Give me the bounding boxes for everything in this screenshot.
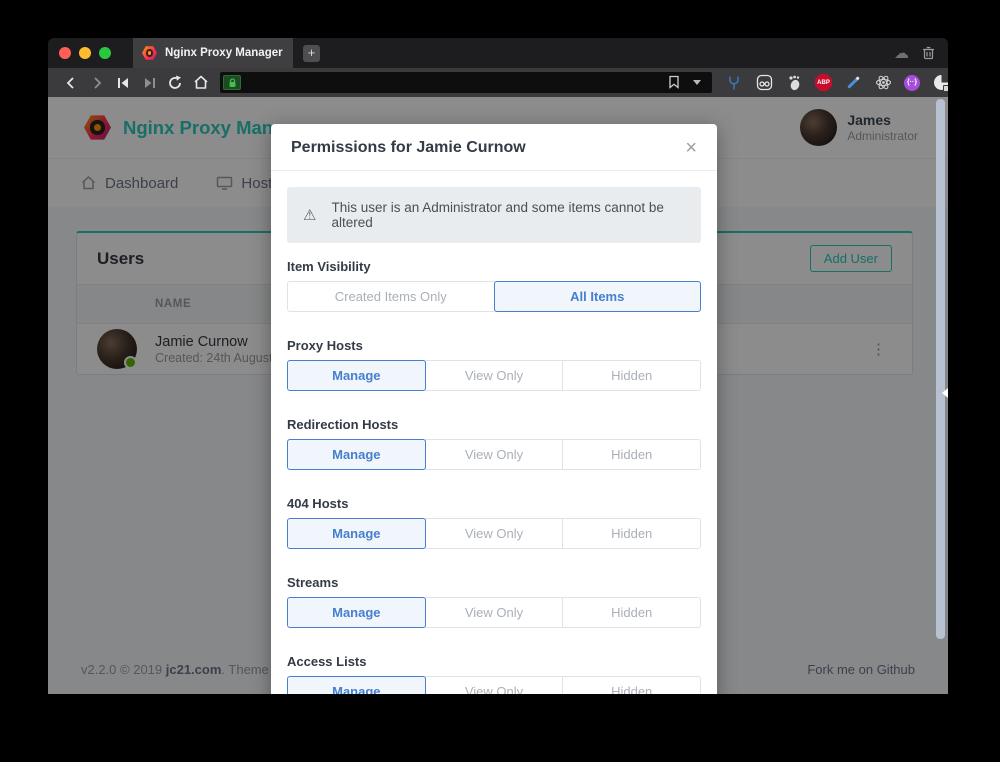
close-icon[interactable]: ×	[685, 141, 697, 155]
redirection-hosts-view-only-button[interactable]: View Only	[425, 439, 564, 470]
404-hosts-hidden-button[interactable]: Hidden	[562, 518, 701, 549]
extension-icons: ABP {··}	[725, 74, 948, 92]
url-bar[interactable]	[220, 72, 712, 93]
proxy-hosts-manage-button[interactable]: Manage	[287, 360, 426, 391]
zoom-window-button[interactable]	[99, 47, 111, 59]
trash-icon[interactable]	[922, 46, 935, 60]
group-label-redirection-hosts: Redirection Hosts	[287, 417, 701, 432]
back-button[interactable]	[58, 72, 84, 94]
streams-group: Manage View Only Hidden	[287, 597, 701, 628]
streams-hidden-button[interactable]: Hidden	[562, 597, 701, 628]
streams-view-only-button[interactable]: View Only	[425, 597, 564, 628]
modal-title: Permissions for Jamie Curnow	[291, 139, 526, 157]
fork-extension-icon[interactable]	[725, 74, 743, 92]
visibility-all-items-button[interactable]: All Items	[494, 281, 702, 312]
pen-extension-icon[interactable]	[844, 74, 862, 92]
warning-icon: ⚠	[303, 208, 316, 223]
404-hosts-manage-button[interactable]: Manage	[287, 518, 426, 549]
browser-tab[interactable]: Nginx Proxy Manager	[133, 38, 293, 68]
bookmark-icon[interactable]	[668, 75, 680, 89]
adblock-plus-extension-icon[interactable]: ABP	[815, 74, 832, 91]
group-label-proxy-hosts: Proxy Hosts	[287, 338, 701, 353]
browser-window: Nginx Proxy Manager + ☁	[48, 38, 948, 694]
forward-button[interactable]	[84, 72, 110, 94]
scrollbar-thumb[interactable]	[936, 99, 945, 639]
streams-manage-button[interactable]: Manage	[287, 597, 426, 628]
item-visibility-group: Created Items Only All Items	[287, 281, 701, 312]
admin-alert: ⚠ This user is an Administrator and some…	[287, 187, 701, 243]
home-button[interactable]	[188, 72, 214, 94]
group-label-streams: Streams	[287, 575, 701, 590]
proxy-hosts-group: Manage View Only Hidden	[287, 360, 701, 391]
404-hosts-group: Manage View Only Hidden	[287, 518, 701, 549]
close-window-button[interactable]	[59, 47, 71, 59]
access-lists-group: Manage View Only Hidden	[287, 676, 701, 694]
page-viewport: Nginx Proxy Manager James Administrator …	[48, 97, 948, 694]
tab-title: Nginx Proxy Manager	[165, 47, 283, 59]
session-back-button[interactable]	[110, 72, 136, 94]
alert-text: This user is an Administrator and some i…	[331, 200, 685, 230]
traffic-lights	[59, 47, 111, 59]
cookie-clock-extension-icon[interactable]	[932, 74, 948, 92]
https-lock-icon[interactable]	[223, 75, 241, 90]
permissions-modal: Permissions for Jamie Curnow × ⚠ This us…	[271, 124, 717, 694]
group-label-access-lists: Access Lists	[287, 654, 701, 669]
side-panel-arrow-icon[interactable]	[942, 388, 948, 398]
cloud-icon[interactable]: ☁	[894, 46, 909, 61]
atom-extension-icon[interactable]	[874, 74, 892, 92]
access-lists-view-only-button[interactable]: View Only	[425, 676, 564, 694]
redirection-hosts-group: Manage View Only Hidden	[287, 439, 701, 470]
gnome-foot-extension-icon[interactable]	[785, 74, 803, 92]
minimize-window-button[interactable]	[79, 47, 91, 59]
new-tab-button[interactable]: +	[303, 45, 320, 62]
access-lists-hidden-button[interactable]: Hidden	[562, 676, 701, 694]
goggles-extension-icon[interactable]	[755, 74, 773, 92]
visibility-created-items-only-button[interactable]: Created Items Only	[287, 281, 495, 312]
session-forward-button[interactable]	[136, 72, 162, 94]
redirection-hosts-manage-button[interactable]: Manage	[287, 439, 426, 470]
userscript-extension-icon[interactable]: {··}	[904, 75, 920, 91]
redirection-hosts-hidden-button[interactable]: Hidden	[562, 439, 701, 470]
browser-toolbar: ABP {··}	[48, 68, 948, 97]
bookmark-dropdown-caret-icon[interactable]	[693, 80, 701, 85]
tab-strip: Nginx Proxy Manager + ☁	[48, 38, 948, 68]
group-label-404-hosts: 404 Hosts	[287, 496, 701, 511]
proxy-hosts-hidden-button[interactable]: Hidden	[562, 360, 701, 391]
reload-button[interactable]	[162, 72, 188, 94]
404-hosts-view-only-button[interactable]: View Only	[425, 518, 564, 549]
favicon-npm-icon	[142, 46, 157, 61]
proxy-hosts-view-only-button[interactable]: View Only	[425, 360, 564, 391]
access-lists-manage-button[interactable]: Manage	[287, 676, 426, 694]
group-label-item-visibility: Item Visibility	[287, 259, 701, 274]
